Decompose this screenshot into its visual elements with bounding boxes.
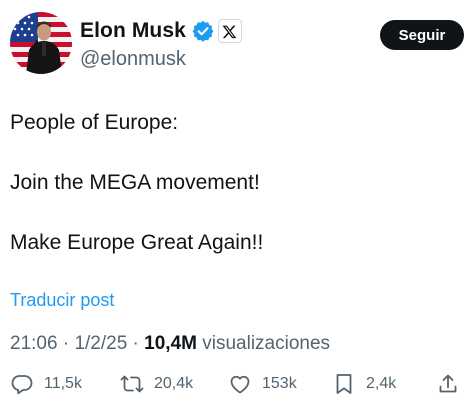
bookmark-icon	[336, 374, 352, 394]
author-names: Elon Musk @elonmusk	[80, 16, 242, 71]
tweet-time[interactable]: 21:06	[10, 333, 58, 354]
name-row: Elon Musk	[80, 16, 242, 46]
meta-separator: ·	[132, 333, 139, 354]
translate-link[interactable]: Traducir post	[10, 290, 114, 311]
reply-button[interactable]: 11,5k	[10, 372, 82, 396]
repost-count: 20,4k	[154, 375, 194, 392]
views-label: visualizaciones	[202, 333, 331, 354]
heart-icon	[230, 375, 250, 394]
repost-button[interactable]: 20,4k	[120, 372, 193, 396]
share-icon	[439, 374, 457, 393]
avatar-image	[10, 12, 72, 74]
x-logo-icon[interactable]	[217, 19, 242, 43]
bookmark-button[interactable]: 2,4k	[332, 372, 396, 396]
follow-button[interactable]: Seguir	[380, 20, 464, 50]
avatar[interactable]	[10, 12, 72, 74]
tweet-meta: 21:06 · 1/2/25 · 10,4M visualizaciones	[10, 333, 330, 355]
tweet-line: Make Europe Great Again!!	[10, 231, 264, 254]
action-bar: 11,5k 20,4k 153k 2,4k	[10, 372, 464, 402]
like-button[interactable]: 153k	[228, 372, 297, 396]
tweet-date[interactable]: 1/2/25	[74, 333, 127, 354]
reply-icon	[11, 375, 33, 395]
share-button[interactable]	[436, 372, 460, 396]
tweet-text: People of Europe: Join the MEGA movement…	[10, 108, 263, 288]
like-count: 153k	[262, 375, 297, 392]
meta-separator: ·	[62, 333, 70, 354]
tweet-line: Join the MEGA movement!	[10, 171, 260, 194]
handle[interactable]: @elonmusk	[80, 48, 242, 71]
views-count: 10,4M	[144, 333, 197, 354]
tweet-header: Elon Musk @elonmusk Seguir	[10, 12, 464, 78]
repost-icon	[120, 375, 144, 393]
display-name[interactable]: Elon Musk	[80, 19, 186, 43]
verified-badge-icon[interactable]	[192, 20, 214, 42]
tweet-line: People of Europe:	[10, 111, 179, 134]
bookmark-count: 2,4k	[366, 375, 397, 392]
reply-count: 11,5k	[44, 375, 82, 392]
